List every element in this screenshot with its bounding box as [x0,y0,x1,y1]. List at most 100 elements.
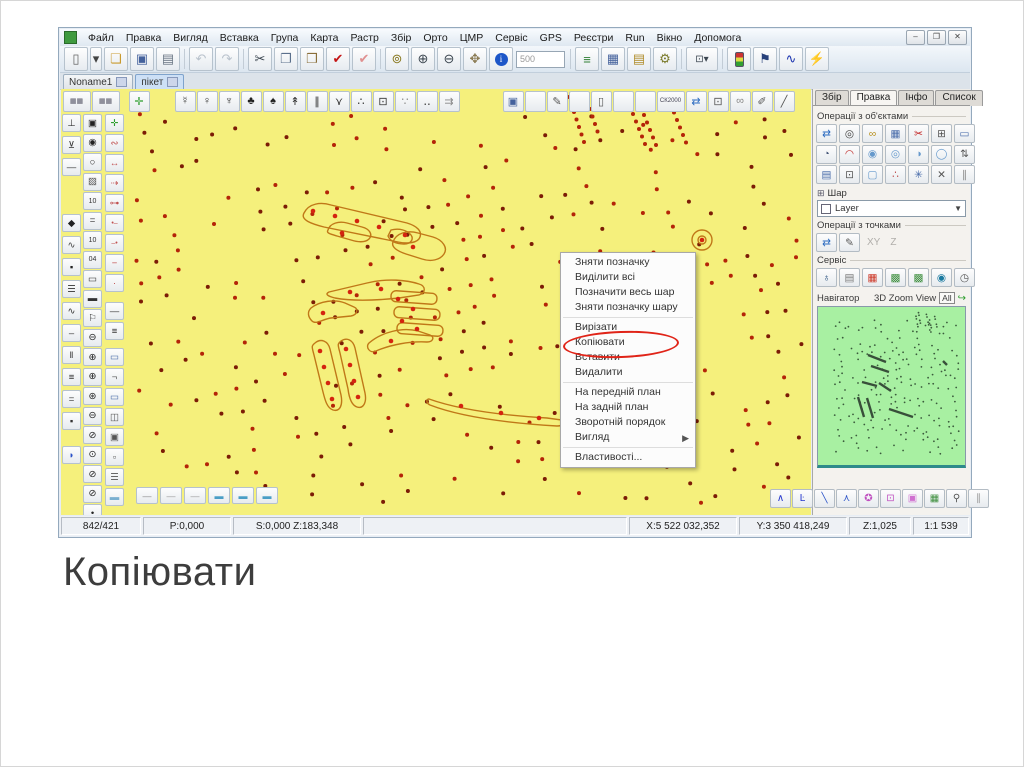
point-style-digram-button[interactable]: = [83,211,102,230]
cut-button[interactable]: ✂ [248,47,272,71]
snap-line-button[interactable]: — [62,158,81,176]
menu-item-6[interactable]: Растр [344,32,384,44]
context-item-10[interactable]: На передній план [561,385,695,400]
point-style-rect-button[interactable]: ▭ [83,270,102,288]
tab-Збір[interactable]: Збір [815,90,849,106]
symbol-dots2-button[interactable]: ∵ [394,90,416,112]
blank-button-4[interactable] [634,90,656,112]
curve-button[interactable]: ∿ [779,47,803,71]
layers-button[interactable]: ≡ [575,47,599,71]
object-cross-button[interactable]: ✕ [931,165,952,184]
points-swap-button[interactable]: ⇄ [816,233,837,252]
menu-item-8[interactable]: Орто [417,32,453,44]
style-thick-button[interactable]: ▪ [62,258,81,276]
brush-swoosh-button[interactable]: ◗ [62,446,81,464]
copy-button[interactable]: ❐ [274,47,298,71]
new-dropdown-arrow[interactable]: ▾ [90,47,102,71]
power-line-button[interactable]: ⚡ [805,47,829,71]
point-style-04-button[interactable]: 04 [83,250,102,269]
new-document-button[interactable]: ▯ [64,47,88,71]
style-wave-button[interactable]: ∿ [62,302,81,320]
menu-item-12[interactable]: Реєстри [568,32,620,44]
point-style-flag-button[interactable]: ⚐ [83,309,102,327]
context-item-13[interactable]: Вигляд ▶ [561,430,695,445]
navigator-all-dropdown[interactable]: All [939,292,955,304]
object-rotate-button[interactable]: ◔ [816,144,837,164]
service-raster2-button[interactable]: ▩ [908,268,929,287]
linestyle-blue2-button[interactable]: ▬ [232,487,254,504]
edge-tool-2-button[interactable]: ↔ [105,154,124,172]
zoom-out-button[interactable]: ⊖ [437,47,461,71]
chevron-down-icon[interactable]: ▼ [954,204,962,213]
draw-angle-button[interactable]: Ŀ [792,489,813,508]
grid-colors-button[interactable]: ▦ [924,489,945,508]
save-layer-button[interactable]: ▣ [502,90,524,112]
draw-vertex-button[interactable]: ⋏ [836,489,857,508]
edge-tool-6-button[interactable]: –• [105,234,124,252]
tab-Список[interactable]: Список [935,90,983,106]
object-swap-button[interactable]: ⇄ [816,124,837,143]
rect-tool-2-button[interactable]: ¬ [105,368,124,386]
service-globe-button[interactable]: ♁ [816,268,837,287]
gears-button[interactable]: ⚙ [653,47,677,71]
edge-tool-8-button[interactable]: ∙ [105,274,124,292]
layer-combobox[interactable]: Layer ▼ [817,200,966,217]
measure-button[interactable]: ⚲ [946,489,967,508]
tab-Noname1[interactable]: Noname1 [63,74,134,89]
context-item-15[interactable]: Властивості... [561,450,695,465]
object-grid-button[interactable]: ▦ [885,124,906,143]
linestyle-blue3-button[interactable]: ▬ [256,487,278,504]
style-equal-button[interactable]: = [62,390,81,408]
symbol-pole-circle-button[interactable]: ♀ [196,90,218,112]
edge-tool-7-button[interactable]: − [105,254,124,272]
point-style-hatch-button[interactable]: ▨ [83,172,102,191]
object-inner-button[interactable]: ⊡ [839,165,860,184]
line-single-button[interactable]: — [105,302,124,320]
select-box-button[interactable]: ⊡ [707,90,729,112]
symbol-check-button[interactable]: ⋎ [328,90,350,112]
catalog-button[interactable]: ▤ [627,47,651,71]
context-item-3[interactable]: Зняти позначку шару [561,300,695,315]
point-style-circle-button[interactable]: ○ [83,153,102,171]
point-style-10-button[interactable]: 10 [83,192,102,210]
menu-item-0[interactable]: Файл [82,32,120,44]
navigator-options[interactable]: 3D Zoom View [874,293,936,304]
sheet-button[interactable]: ▯ [590,90,612,112]
menu-item-5[interactable]: Карта [304,32,344,44]
circle-dash-button[interactable]: ⊖ [83,406,102,425]
snap-node-button[interactable]: ⊻ [62,136,81,154]
symbol-parallel-button[interactable]: ∥ [306,90,328,112]
rect-tool-6-button[interactable]: ▫ [105,448,124,466]
undo-button[interactable]: ↶ [189,47,213,71]
points-label-1[interactable]: Z [890,237,896,248]
context-item-6[interactable]: Копіювати [561,335,695,350]
context-item-7[interactable]: Вставити [561,350,695,365]
object-center-button[interactable]: ◎ [839,124,860,143]
close-button[interactable]: ✕ [948,30,967,45]
edge-tool-3-button[interactable]: ⇢ [105,174,124,192]
object-knot-button[interactable]: ✳ [908,165,929,184]
object-frame-button[interactable]: ⊞ [931,124,952,143]
tab-Інфо[interactable]: Інфо [898,90,935,106]
traffic-light-button[interactable] [727,47,751,71]
circle-grid-button[interactable]: ⊕ [83,367,102,386]
linestyle-dot-button[interactable]: — [184,487,206,504]
symbol-palette-2-button[interactable]: ▦▦ [91,90,120,112]
circle-slash-button[interactable]: ⊘ [83,426,102,444]
object-intersect-button[interactable]: ◎ [885,144,906,164]
object-arc-button[interactable]: ◠ [839,144,860,164]
fill-rect-button[interactable]: ▣ [902,489,923,508]
style-double-button[interactable]: ‖ [62,346,81,364]
lasso-button[interactable]: ✐ [751,90,773,112]
edge-tool-5-button[interactable]: •– [105,214,124,232]
layer-checkbox[interactable] [821,203,831,214]
add-symbol-button[interactable]: ✛ [128,90,150,112]
style-squiggle-button[interactable]: ∿ [62,236,81,254]
zoom-window-button[interactable]: ⊚ [385,47,409,71]
add-point-button[interactable]: ✛ [105,114,124,132]
linestyle-blue1-button[interactable]: ▬ [208,487,230,504]
tab-пікет[interactable]: пікет [135,74,185,89]
linestyle-solid-button[interactable]: — [136,487,158,504]
point-dot-button[interactable]: • [83,504,102,515]
object-polygon-button[interactable]: ▢ [862,165,883,184]
